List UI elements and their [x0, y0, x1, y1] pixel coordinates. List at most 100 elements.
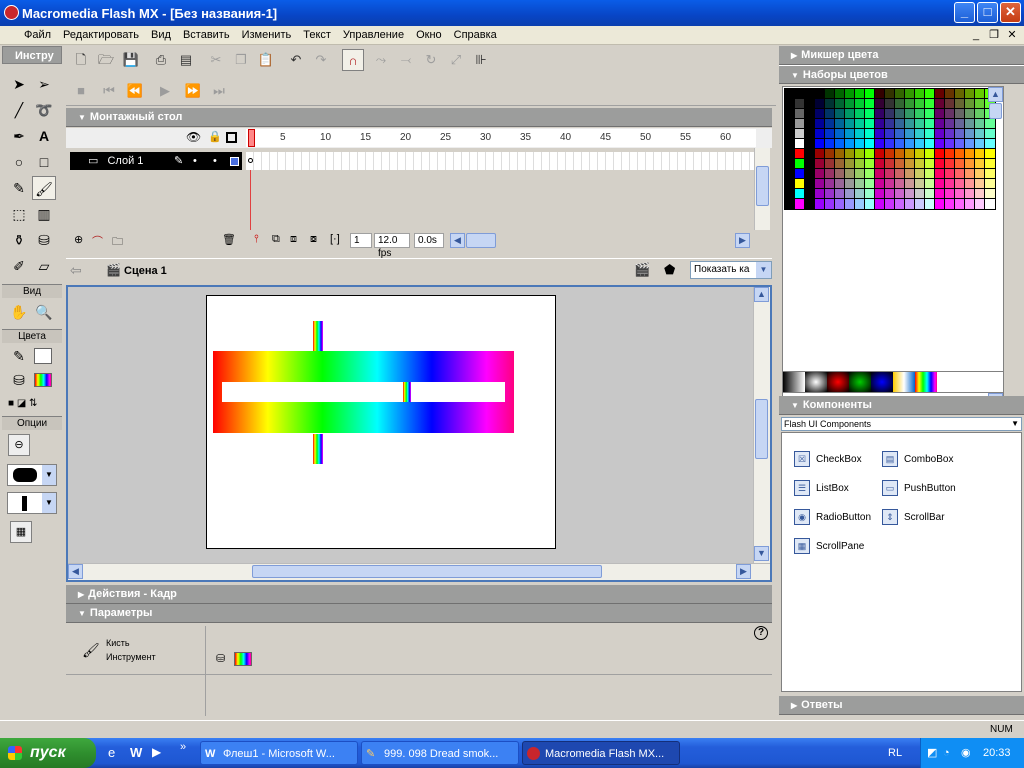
scroll-right-icon[interactable]: ▶: [735, 233, 750, 248]
color-swatch[interactable]: [794, 188, 806, 200]
color-swatch[interactable]: [894, 128, 906, 140]
color-swatch[interactable]: [844, 98, 856, 110]
color-swatch[interactable]: [814, 108, 826, 120]
color-swatch[interactable]: [804, 188, 816, 200]
pencil-tool-icon[interactable]: ✎: [7, 176, 31, 200]
save-icon[interactable]: 💾: [120, 49, 142, 71]
color-swatch[interactable]: [894, 158, 906, 170]
color-swatch[interactable]: [844, 138, 856, 150]
gradient-swatch[interactable]: [805, 372, 827, 392]
color-swatch[interactable]: [794, 118, 806, 130]
color-swatch[interactable]: [864, 88, 876, 100]
color-swatch[interactable]: [864, 128, 876, 140]
doc-restore-icon[interactable]: ❐: [986, 27, 1002, 43]
color-swatch[interactable]: [924, 118, 936, 130]
color-swatch[interactable]: [884, 128, 896, 140]
color-swatch[interactable]: [914, 168, 926, 180]
color-swatch[interactable]: [884, 188, 896, 200]
color-swatch[interactable]: [874, 158, 886, 170]
menu-help[interactable]: Справка: [448, 29, 503, 41]
flash-app-icon[interactable]: [4, 5, 19, 20]
arrow-tool-icon[interactable]: ➤: [7, 72, 31, 96]
stroke-color-swatch[interactable]: [34, 348, 52, 364]
components-header[interactable]: ▼ Компоненты: [779, 396, 1024, 415]
color-swatch[interactable]: [884, 98, 896, 110]
color-swatch[interactable]: [844, 108, 856, 120]
layer-lock-dot[interactable]: •: [213, 152, 217, 170]
color-swatch[interactable]: [844, 168, 856, 180]
add-guide-layer-icon[interactable]: ⌒: [92, 233, 103, 249]
paint-bucket-tool-icon[interactable]: ⛁: [32, 228, 56, 252]
rectangle-tool-icon[interactable]: □: [32, 150, 56, 174]
stage-canvas[interactable]: [206, 295, 556, 549]
add-layer-icon[interactable]: ⊕: [74, 233, 83, 246]
brush-shape-select[interactable]: ▼: [7, 492, 57, 514]
gradient-swatch[interactable]: [893, 372, 915, 392]
color-swatch[interactable]: [784, 178, 796, 190]
taskbar-item-folder[interactable]: ✎ 999. 098 Dread smok...: [361, 741, 519, 765]
color-swatch[interactable]: [914, 188, 926, 200]
color-swatch[interactable]: [984, 148, 996, 160]
color-swatch[interactable]: [854, 158, 866, 170]
menu-edit[interactable]: Редактировать: [57, 29, 145, 41]
doc-close-icon[interactable]: ✕: [1004, 27, 1020, 43]
color-swatch[interactable]: [924, 198, 936, 210]
color-swatch[interactable]: [794, 168, 806, 180]
edit-scene-icon[interactable]: 🎬: [634, 262, 650, 278]
color-swatch[interactable]: [894, 168, 906, 180]
color-swatch[interactable]: [874, 108, 886, 120]
color-swatch[interactable]: [844, 198, 856, 210]
color-swatch[interactable]: [864, 138, 876, 150]
color-swatch[interactable]: [864, 98, 876, 110]
gradient-swatch[interactable]: [783, 372, 805, 392]
color-swatch[interactable]: [964, 148, 976, 160]
color-swatch[interactable]: [904, 108, 916, 120]
color-swatch[interactable]: [924, 158, 936, 170]
component-checkbox[interactable]: ☒ CheckBox: [794, 451, 862, 467]
taskbar-item-flash[interactable]: Macromedia Flash MX...: [522, 741, 680, 765]
color-swatch[interactable]: [964, 128, 976, 140]
stroke-color-icon[interactable]: ✎: [7, 344, 31, 368]
color-swatch[interactable]: [944, 88, 956, 100]
eyedropper-tool-icon[interactable]: ✐: [7, 254, 31, 278]
color-swatch[interactable]: [854, 128, 866, 140]
color-swatch[interactable]: [944, 128, 956, 140]
lock-icon[interactable]: 🔒: [208, 130, 222, 143]
color-swatch[interactable]: [944, 178, 956, 190]
color-swatch[interactable]: [854, 188, 866, 200]
color-swatch[interactable]: [954, 118, 966, 130]
media-player-icon[interactable]: ▶: [152, 745, 161, 759]
color-swatch[interactable]: [794, 108, 806, 120]
color-swatch[interactable]: [894, 198, 906, 210]
line-tool-icon[interactable]: ╱: [7, 98, 31, 122]
color-swatch[interactable]: [784, 188, 796, 200]
color-swatch[interactable]: [964, 188, 976, 200]
color-swatch[interactable]: [914, 108, 926, 120]
color-swatch[interactable]: [824, 198, 836, 210]
color-swatch[interactable]: [854, 118, 866, 130]
color-swatch[interactable]: [824, 168, 836, 180]
go-to-end-icon[interactable]: ⏭: [208, 80, 230, 102]
swatch-grid[interactable]: [784, 88, 996, 210]
color-swatch[interactable]: [894, 188, 906, 200]
color-swatch[interactable]: [834, 198, 846, 210]
center-frame-icon[interactable]: ⫯: [254, 233, 259, 246]
language-indicator[interactable]: RL: [888, 747, 902, 759]
color-swatch[interactable]: [974, 178, 986, 190]
color-swatch[interactable]: [964, 158, 976, 170]
color-swatch[interactable]: [944, 118, 956, 130]
undo-icon[interactable]: ↶: [285, 49, 307, 71]
color-swatch[interactable]: [964, 118, 976, 130]
back-arrow-icon[interactable]: ⇦: [70, 262, 82, 279]
gradient-swatch[interactable]: [871, 372, 893, 392]
color-swatch[interactable]: [894, 88, 906, 100]
pen-tool-icon[interactable]: ✒: [7, 124, 31, 148]
open-file-icon[interactable]: 🗁: [95, 49, 117, 71]
color-swatch[interactable]: [984, 138, 996, 150]
answers-header[interactable]: ▶ Ответы: [779, 696, 1024, 715]
scroll-down-icon[interactable]: ▼: [754, 546, 769, 561]
color-swatch[interactable]: [944, 98, 956, 110]
color-swatch[interactable]: [924, 178, 936, 190]
color-swatch[interactable]: [904, 118, 916, 130]
tray-app-icon[interactable]: ◩: [927, 738, 937, 768]
